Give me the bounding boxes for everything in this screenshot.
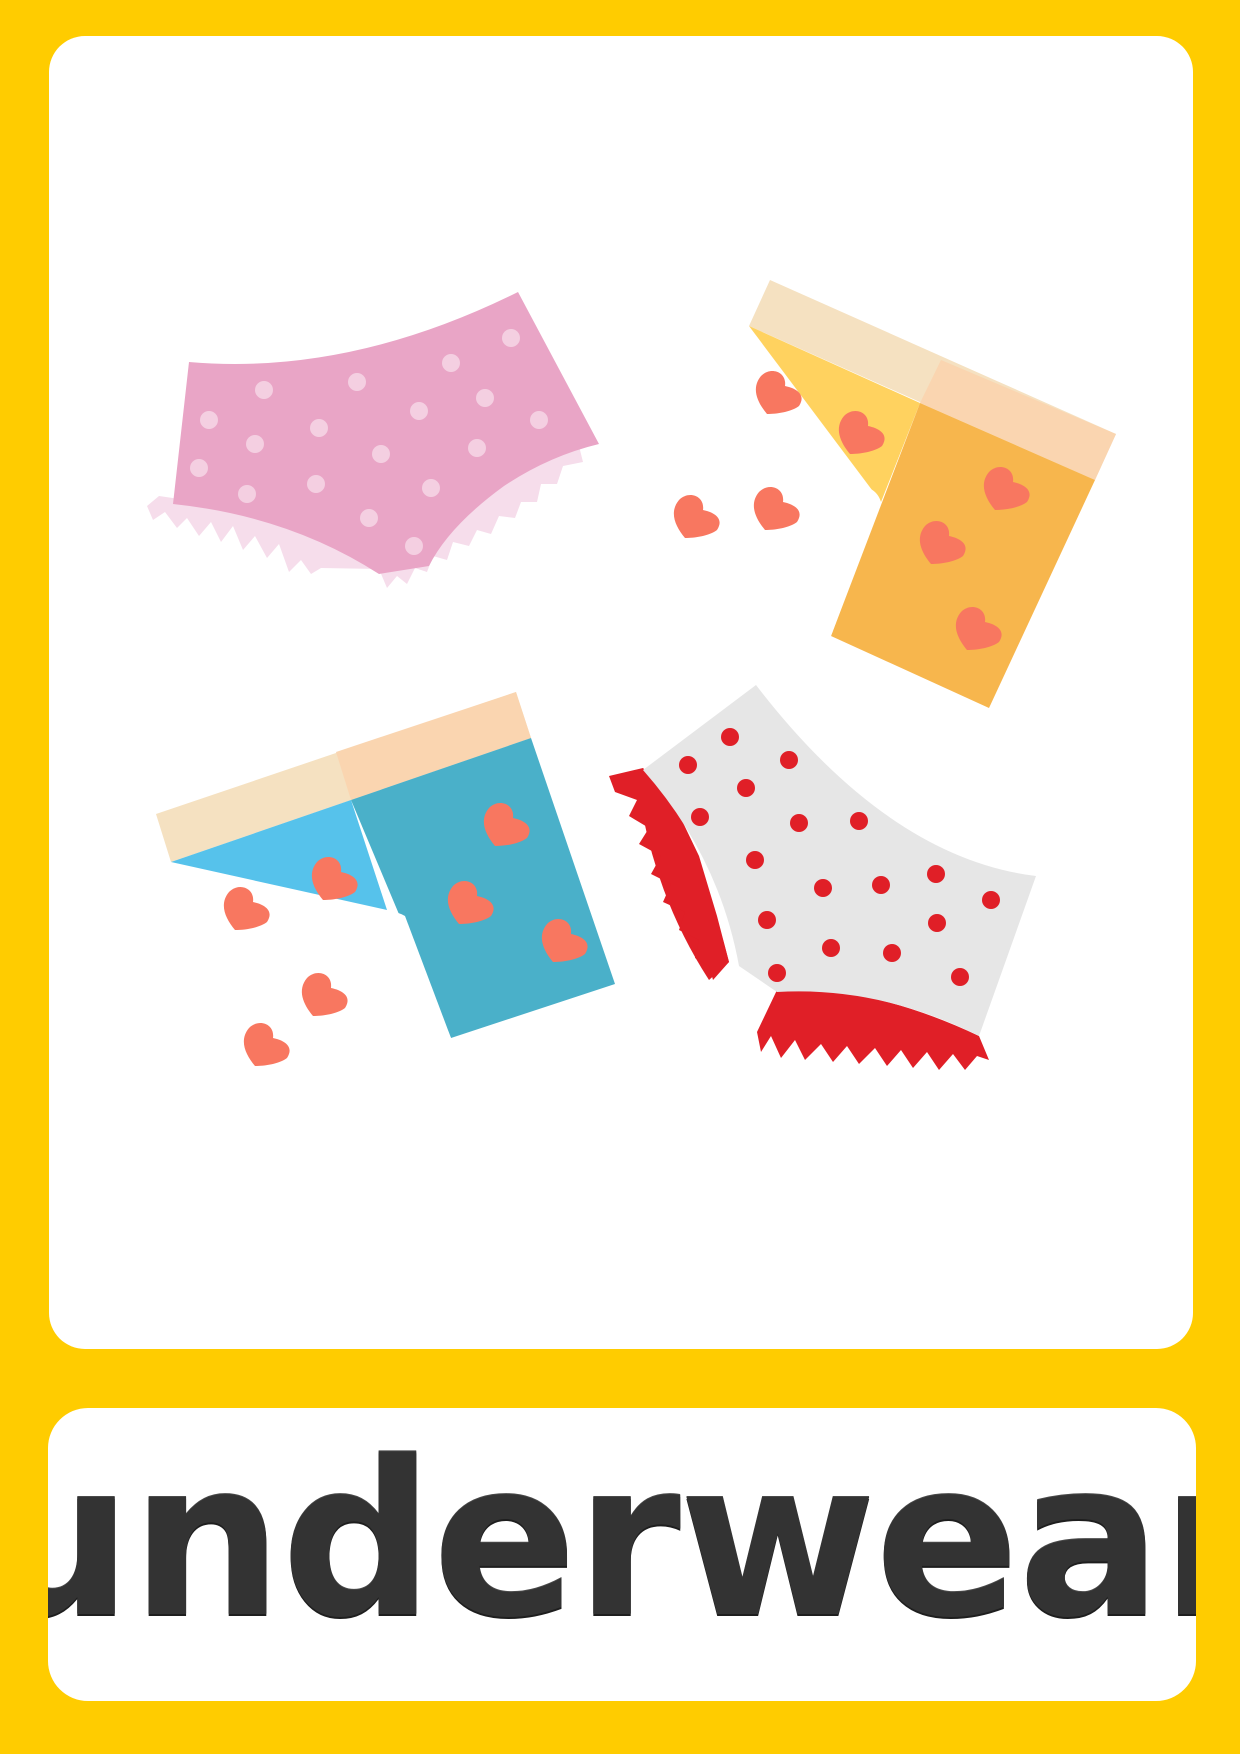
white-red-dot-panties-icon [609, 685, 1036, 1070]
blue-heart-boxers-icon [156, 692, 615, 1066]
underwear-illustration [147, 280, 1116, 1070]
word-label: underwear [48, 1415, 1196, 1665]
picture-panel [49, 36, 1193, 1349]
pink-polka-dot-panties-icon [147, 292, 599, 588]
word-panel: underwear [48, 1408, 1196, 1701]
yellow-heart-boxers-icon [673, 280, 1116, 708]
